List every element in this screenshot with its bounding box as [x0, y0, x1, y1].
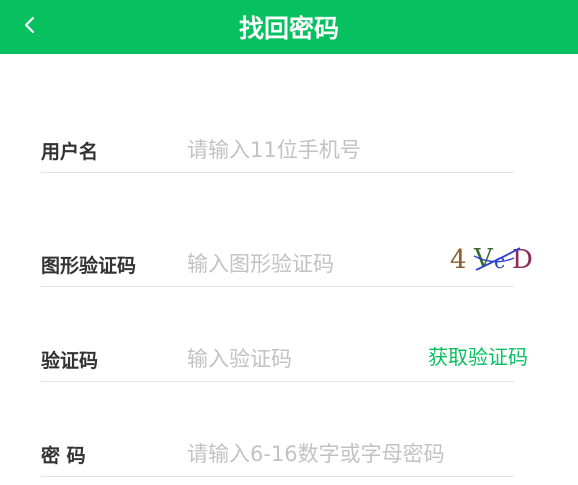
verify-code-label: 验证码 — [41, 350, 99, 372]
username-input[interactable] — [187, 134, 437, 166]
password-row: 密 码 — [41, 422, 514, 477]
verify-code-input[interactable] — [187, 343, 437, 375]
verify-code-row: 验证码 获取验证码 — [41, 327, 528, 382]
captcha-char: 4 — [450, 245, 467, 274]
password-label: 密 码 — [41, 445, 86, 467]
captcha-char: D — [512, 245, 533, 274]
header-bar: 找回密码 — [0, 0, 578, 54]
captcha-image[interactable]: 4 V c D — [450, 240, 536, 275]
captcha-row: 图形验证码 4 V c D — [41, 232, 533, 287]
page-title: 找回密码 — [238, 14, 339, 43]
username-row: 用户名 — [41, 118, 514, 173]
captcha-input[interactable] — [187, 248, 437, 280]
get-code-button[interactable]: 获取验证码 — [428, 341, 528, 370]
username-label: 用户名 — [41, 141, 99, 163]
password-input[interactable] — [187, 438, 487, 470]
captcha-label: 图形验证码 — [41, 255, 137, 277]
